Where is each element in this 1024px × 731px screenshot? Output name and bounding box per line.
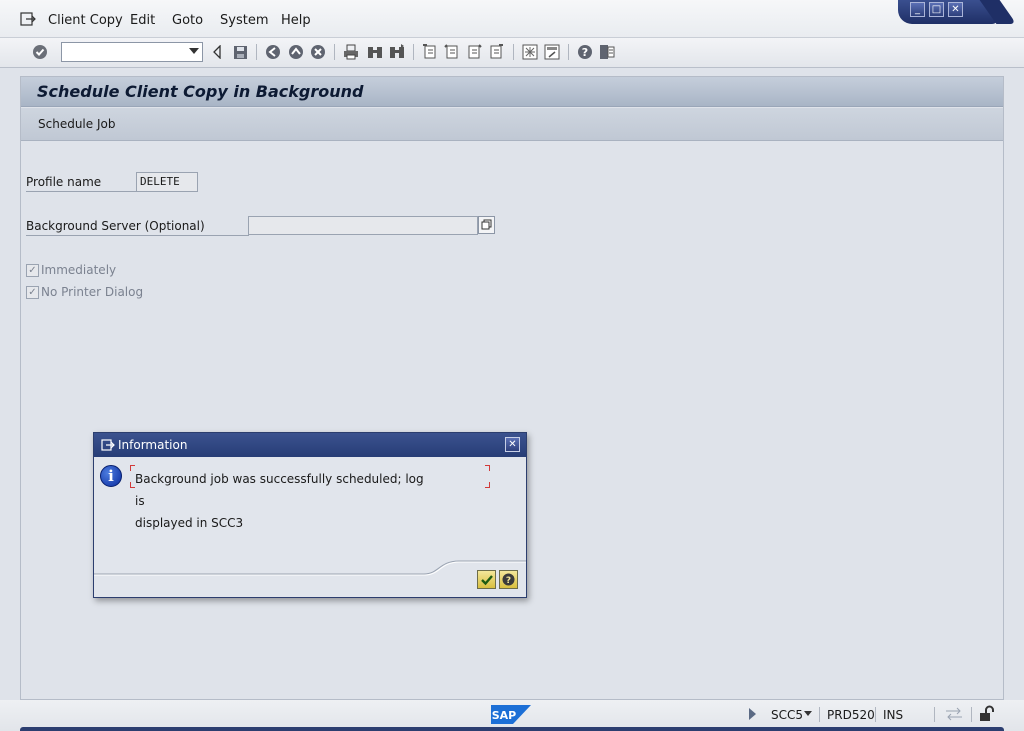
dialog-title-bar: Information ✕	[94, 433, 526, 457]
customize-layout-icon[interactable]	[598, 43, 616, 61]
menu-icon[interactable]	[20, 12, 36, 26]
focus-corner	[485, 482, 490, 488]
toolbar-separator	[256, 44, 257, 60]
next-page-icon[interactable]	[465, 43, 483, 61]
dialog-footer-divider	[94, 560, 526, 576]
dialog-message-line: Background job was successfully schedule…	[135, 472, 424, 508]
lock-icon[interactable]	[979, 705, 995, 725]
status-separator	[875, 707, 876, 722]
focus-corner	[485, 465, 490, 471]
dialog-message: Background job was successfully schedule…	[135, 468, 435, 534]
toolbar-separator	[568, 44, 569, 60]
profile-name-field[interactable]: DELETE	[136, 172, 198, 192]
background-server-label: Background Server (Optional)	[26, 219, 249, 236]
status-server: PRD520	[827, 708, 875, 722]
dialog-title: Information	[118, 438, 188, 452]
menu-help[interactable]: Help	[281, 13, 311, 28]
dialog-help-button[interactable]: ?	[499, 570, 518, 589]
print-icon[interactable]	[342, 43, 360, 61]
immediately-checkbox-row: ✓ Immediately	[26, 263, 116, 277]
dialog-ok-button[interactable]	[477, 570, 496, 589]
no-printer-dialog-checkbox-row: ✓ No Printer Dialog	[26, 285, 143, 299]
page-title: Schedule Client Copy in Background	[37, 82, 364, 101]
information-icon: i	[100, 465, 122, 487]
find-icon[interactable]	[366, 43, 384, 61]
enter-icon[interactable]	[31, 43, 49, 61]
application-toolbar: Schedule Job	[21, 108, 1003, 141]
status-transaction[interactable]: SCC5	[771, 708, 803, 722]
dialog-message-line: displayed in SCC3	[135, 516, 244, 530]
save-icon[interactable]	[231, 43, 249, 61]
menu-client-copy[interactable]: Client Copy	[48, 13, 123, 28]
information-dialog: Information ✕ i Background job was succe…	[93, 432, 527, 598]
toolbar-separator	[334, 44, 335, 60]
cancel-icon[interactable]	[309, 43, 327, 61]
immediately-label: Immediately	[41, 263, 117, 277]
status-separator	[934, 707, 935, 722]
menu-edit[interactable]: Edit	[130, 13, 155, 28]
svg-text:?: ?	[582, 46, 588, 59]
no-printer-dialog-label: No Printer Dialog	[41, 285, 144, 299]
toolbar-separator	[513, 44, 514, 60]
status-connection-icon	[945, 707, 963, 724]
dialog-close-button[interactable]: ✕	[505, 437, 520, 452]
chevron-down-icon[interactable]	[189, 48, 199, 54]
exit-icon[interactable]	[287, 43, 305, 61]
first-page-icon[interactable]	[421, 43, 439, 61]
command-field[interactable]	[61, 42, 203, 62]
back-icon[interactable]	[208, 43, 226, 61]
status-expand-icon[interactable]	[749, 708, 756, 720]
menu-bar: Client Copy Edit Goto System Help _ □ ✕	[0, 0, 1024, 38]
status-mode[interactable]: INS	[883, 708, 903, 722]
shortcut-icon[interactable]	[543, 43, 561, 61]
minimize-button[interactable]: _	[910, 2, 925, 17]
status-separator	[819, 707, 820, 722]
background-server-field[interactable]	[248, 216, 478, 235]
sap-logo: SAP	[491, 705, 531, 724]
maximize-button[interactable]: □	[929, 2, 944, 17]
help-icon[interactable]: ?	[576, 43, 594, 61]
dialog-menu-icon[interactable]	[101, 439, 115, 451]
transaction-dropdown-icon[interactable]	[804, 711, 812, 716]
window-bottom-edge	[20, 727, 1004, 731]
create-session-icon[interactable]	[521, 43, 539, 61]
find-next-icon[interactable]	[388, 43, 406, 61]
menu-goto[interactable]: Goto	[172, 13, 203, 28]
main-screen: Schedule Client Copy in Background Sched…	[20, 76, 1004, 700]
value-help-icon[interactable]	[478, 216, 495, 234]
title-bar: Schedule Client Copy in Background	[21, 77, 1003, 107]
schedule-job-button[interactable]: Schedule Job	[38, 117, 115, 131]
last-page-icon[interactable]	[487, 43, 505, 61]
no-printer-dialog-checkbox[interactable]: ✓	[26, 285, 39, 299]
profile-name-label: Profile name	[26, 175, 136, 192]
immediately-checkbox[interactable]: ✓	[26, 263, 39, 277]
back-nav-icon[interactable]	[264, 43, 282, 61]
toolbar-separator	[413, 44, 414, 60]
menu-system[interactable]: System	[220, 13, 268, 28]
close-button[interactable]: ✕	[948, 2, 963, 17]
previous-page-icon[interactable]	[443, 43, 461, 61]
window-controls: _ □ ✕	[898, 0, 998, 24]
svg-text:?: ?	[506, 576, 511, 586]
sap-logo-text: SAP	[492, 709, 517, 722]
status-separator	[971, 707, 972, 722]
